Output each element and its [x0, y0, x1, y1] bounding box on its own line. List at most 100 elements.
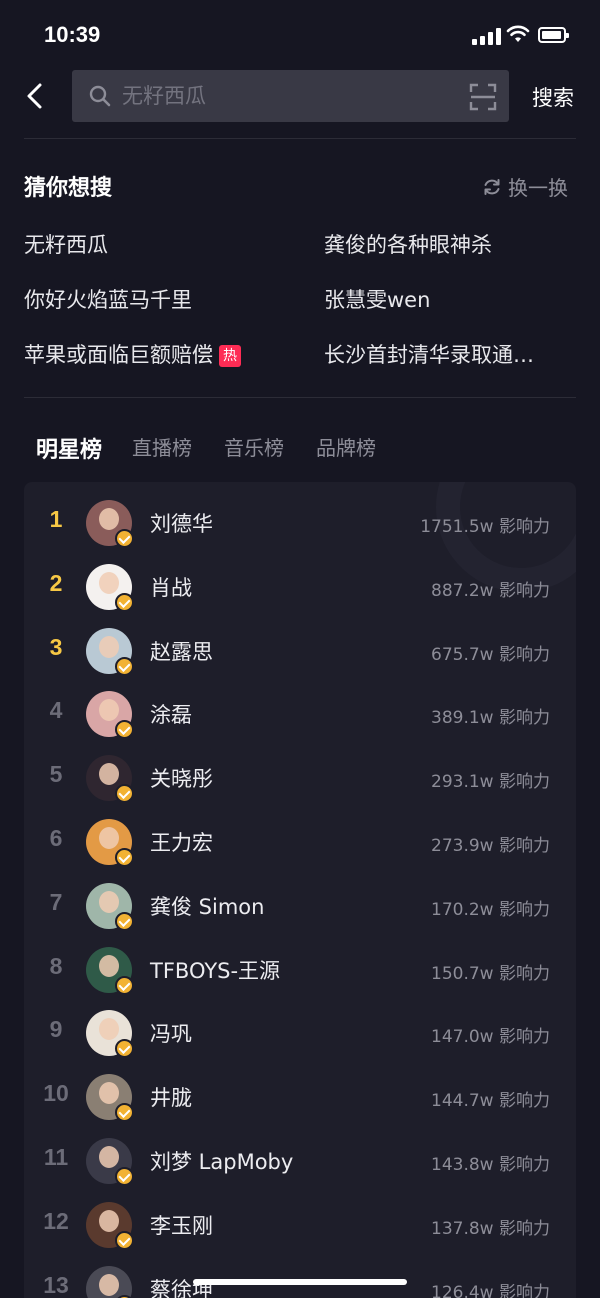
rank-number: 9 [49, 1016, 63, 1043]
refresh-label: 换一换 [508, 176, 568, 200]
influence-score: 137.8w 影响力 [431, 1218, 550, 1239]
ranking-row[interactable]: 1 刘德华 1751.5w 影响力 [24, 492, 576, 556]
verified-icon [115, 1103, 134, 1123]
rank-number: 11 [43, 1144, 69, 1170]
star-name: 龚俊 Simon [150, 894, 265, 919]
guess-title: 猜你想搜 [24, 176, 113, 201]
rank-number: 8 [49, 952, 63, 979]
tab-star[interactable]: 明星榜 [36, 432, 102, 464]
refresh-button[interactable]: 换一换 [482, 172, 568, 201]
status-bar: 10:39 [0, 0, 600, 70]
star-name: 关晓彤 [150, 767, 213, 792]
rank-number: 7 [49, 888, 63, 915]
star-name: TFBOYS-王源 [150, 958, 281, 983]
ranking-row[interactable]: 13 蔡徐坤 126.4w 影响力 [24, 1258, 576, 1298]
back-icon[interactable] [20, 80, 50, 112]
star-name: 肖战 [150, 575, 192, 600]
tab-music[interactable]: 音乐榜 [224, 432, 284, 464]
rank-number: 3 [49, 633, 63, 660]
rank-number: 5 [49, 761, 63, 788]
search-button[interactable]: 搜索 [532, 82, 574, 112]
suggestion-item[interactable]: 苹果或面临巨额赔偿热 [24, 339, 241, 369]
star-name: 赵露思 [150, 639, 213, 664]
verified-icon [115, 1167, 134, 1186]
avatar[interactable] [86, 1201, 134, 1250]
rank-number: 1 [49, 506, 63, 532]
rank-number: 6 [49, 825, 63, 851]
rank-number: 13 [43, 1271, 69, 1298]
avatar[interactable] [86, 819, 134, 867]
avatar[interactable] [86, 500, 134, 548]
ranking-row[interactable]: 10 井胧 144.7w 影响力 [24, 1066, 576, 1130]
star-name: 刘德华 [150, 512, 213, 536]
verified-icon [115, 592, 134, 612]
search-box[interactable] [72, 70, 509, 122]
star-name: 井胧 [150, 1086, 192, 1111]
influence-score: 675.7w 影响力 [431, 644, 550, 665]
search-icon [89, 85, 111, 107]
wifi-icon [506, 25, 530, 42]
ranking-row[interactable]: 12 李玉刚 137.8w 影响力 [24, 1194, 576, 1258]
avatar[interactable] [86, 946, 134, 995]
influence-score: 170.2w 影响力 [431, 899, 550, 920]
verified-icon [115, 975, 134, 995]
verified-icon [115, 656, 134, 676]
status-time: 10:39 [44, 22, 101, 47]
avatar-image [86, 1265, 132, 1298]
influence-score: 150.7w 影响力 [431, 963, 550, 984]
influence-score: 293.1w 影响力 [431, 772, 550, 793]
verified-icon [115, 848, 134, 867]
avatar[interactable] [86, 627, 134, 676]
avatar[interactable] [86, 1010, 134, 1059]
star-name: 涂磊 [150, 703, 192, 728]
avatar[interactable] [86, 1138, 134, 1186]
verified-icon [115, 720, 134, 740]
rank-number: 4 [49, 697, 63, 724]
star-name: 刘梦 LapMoby [150, 1150, 294, 1174]
star-name: 王力宏 [150, 831, 213, 855]
cellular-signal-icon [472, 27, 502, 45]
star-name: 李玉刚 [150, 1213, 213, 1238]
suggestion-text: 苹果或面临巨额赔偿 [24, 343, 213, 367]
ranking-row[interactable]: 11 刘梦 LapMoby 143.8w 影响力 [24, 1130, 576, 1194]
divider [24, 138, 576, 139]
ranking-row[interactable]: 4 涂磊 389.1w 影响力 [24, 683, 576, 747]
ranking-row[interactable]: 2 肖战 887.2w 影响力 [24, 556, 576, 620]
verified-icon [115, 784, 134, 804]
suggestion-item[interactable]: 无籽西瓜 [24, 229, 108, 259]
home-indicator [193, 1279, 407, 1285]
influence-score: 887.2w 影响力 [431, 580, 550, 601]
ranking-row[interactable]: 8 TFBOYS-王源 150.7w 影响力 [24, 939, 576, 1003]
influence-score: 144.7w 影响力 [431, 1091, 550, 1112]
ranking-row[interactable]: 3 赵露思 675.7w 影响力 [24, 620, 576, 684]
verified-icon [115, 1230, 134, 1250]
suggestion-item[interactable]: 长沙首封清华录取通… [324, 339, 534, 369]
avatar[interactable] [86, 691, 134, 740]
influence-score: 1751.5w 影响力 [420, 517, 550, 537]
avatar[interactable] [86, 1265, 134, 1298]
ranking-row[interactable]: 5 关晓彤 293.1w 影响力 [24, 747, 576, 811]
avatar[interactable] [86, 755, 134, 804]
rank-number: 2 [49, 569, 63, 596]
star-name: 蔡徐坤 [150, 1277, 213, 1298]
influence-score: 143.8w 影响力 [431, 1155, 550, 1175]
avatar[interactable] [86, 563, 134, 612]
tab-live[interactable]: 直播榜 [132, 432, 192, 464]
suggestion-item[interactable]: 龚俊的各种眼神杀 [324, 229, 492, 259]
avatar[interactable] [86, 882, 134, 931]
influence-score: 273.9w 影响力 [431, 836, 550, 856]
ranking-row[interactable]: 7 龚俊 Simon 170.2w 影响力 [24, 875, 576, 939]
search-input[interactable] [122, 80, 452, 112]
rank-number: 12 [43, 1207, 69, 1234]
verified-icon [115, 911, 134, 931]
scan-icon[interactable] [469, 83, 497, 111]
refresh-icon [484, 178, 500, 195]
ranking-row[interactable]: 9 冯巩 147.0w 影响力 [24, 1002, 576, 1066]
tab-brand[interactable]: 品牌榜 [316, 432, 376, 464]
avatar[interactable] [86, 1074, 134, 1123]
ranking-row[interactable]: 6 王力宏 273.9w 影响力 [24, 811, 576, 875]
suggestion-item[interactable]: 张慧雯wen [324, 284, 430, 314]
star-ranking-list: 1 刘德华 1751.5w 影响力 2 肖战 887.2w 影响力 3 赵露思 675.7w 影… [24, 482, 576, 1298]
suggestion-item[interactable]: 你好火焰蓝马千里 [24, 284, 192, 314]
battery-icon [538, 27, 569, 43]
